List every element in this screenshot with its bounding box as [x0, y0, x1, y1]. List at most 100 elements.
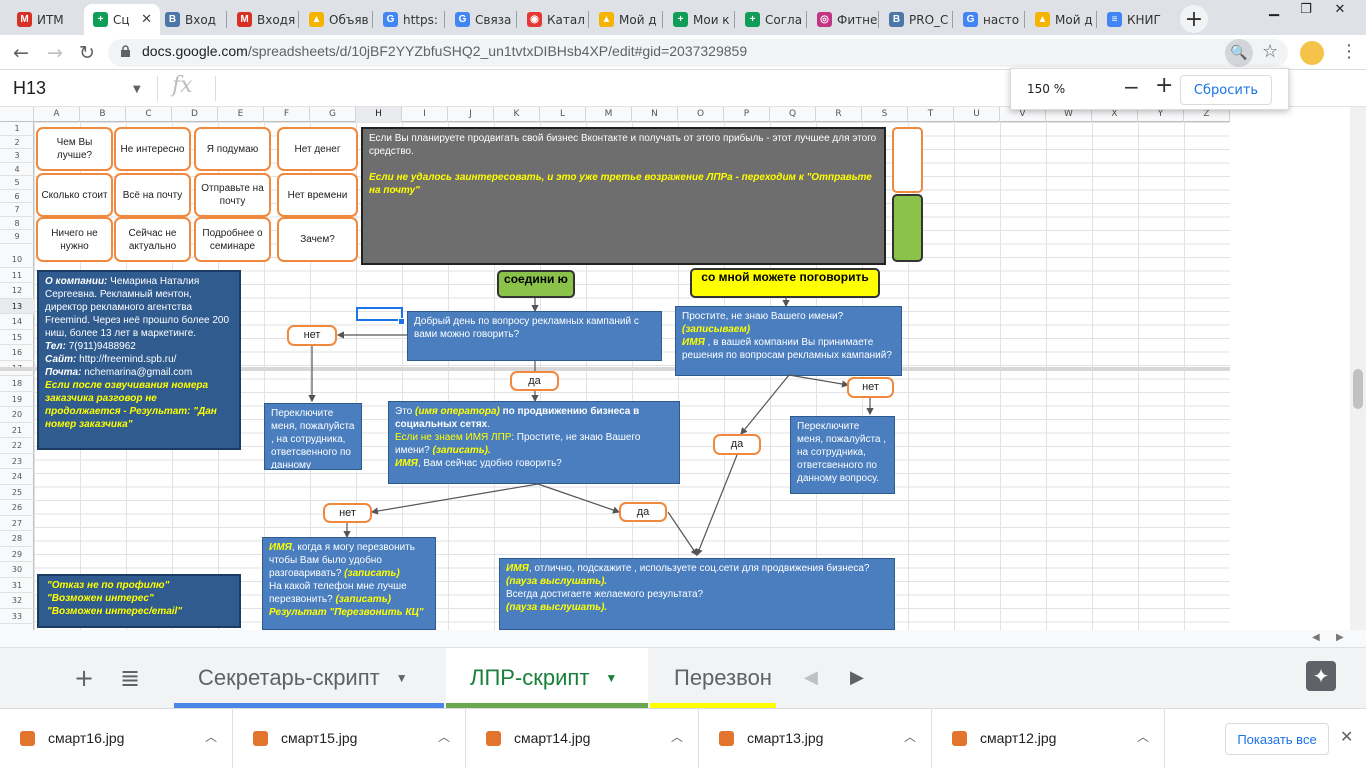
prev-sheet-icon[interactable]: ◀	[804, 667, 818, 688]
browser-tab[interactable]: ≡ КНИГ	[1098, 4, 1168, 35]
close-downloads-icon[interactable]: ✕	[1340, 727, 1353, 746]
objection-button[interactable]: Не интересно	[114, 127, 191, 171]
scroll-right-icon[interactable]: ▶	[1336, 632, 1344, 643]
row-header[interactable]: 6	[0, 190, 34, 203]
blank-orange-box[interactable]	[892, 127, 923, 193]
sheet-tab[interactable]: ЛПР-скрипт ▼	[446, 648, 648, 708]
column-header[interactable]: O	[678, 107, 724, 122]
row-header[interactable]: 11	[0, 268, 34, 283]
chevron-up-icon[interactable]: ︿	[671, 728, 683, 745]
switch-request-box-left[interactable]: Переключите меня, пожалуйста , на сотруд…	[264, 403, 362, 470]
column-header[interactable]: D	[172, 107, 218, 122]
restore-window-icon[interactable]: ❐	[1290, 0, 1322, 18]
info-box[interactable]: Если Вы планируете продвигать свой бизне…	[361, 127, 886, 265]
row-header[interactable]: 28	[0, 531, 34, 547]
row-header[interactable]: 16	[0, 345, 34, 361]
chevron-up-icon[interactable]: ︿	[205, 728, 217, 745]
name-box-dropdown-icon[interactable]: ▼	[133, 84, 141, 95]
column-header[interactable]: L	[540, 107, 586, 122]
download-item[interactable]: смарт14.jpg ︿	[466, 709, 699, 768]
row-header[interactable]: 3	[0, 149, 34, 163]
forward-arrow-icon[interactable]: →	[44, 42, 66, 64]
horizontal-scrollbar[interactable]: ◀ ▶	[0, 630, 1366, 648]
social-question-box[interactable]: ИМЯ, отлично, подскажите , используете с…	[499, 558, 895, 630]
row-header[interactable]: 25	[0, 485, 34, 500]
column-header[interactable]: P	[724, 107, 770, 122]
switch-request-box-right[interactable]: Переключите меня, пожалуйста , на сотруд…	[790, 416, 895, 494]
callback-box[interactable]: ИМЯ, когда я могу перезвонить чтобы Вам …	[262, 537, 436, 630]
row-header[interactable]: 14	[0, 314, 34, 330]
row-header[interactable]: 10	[0, 252, 34, 268]
objection-button[interactable]: Я подумаю	[194, 127, 271, 171]
column-header[interactable]: F	[264, 107, 310, 122]
chevron-up-icon[interactable]: ︿	[1137, 728, 1149, 745]
browser-tab[interactable]: ▲ Мой д	[590, 4, 660, 35]
row-header[interactable]: 33	[0, 609, 34, 624]
greeting-box[interactable]: Добрый день по вопросу рекламных кампани…	[407, 311, 662, 361]
row-header[interactable]: 22	[0, 438, 34, 454]
objection-button[interactable]: Нет денег	[277, 127, 358, 171]
column-header[interactable]: K	[494, 107, 540, 122]
all-sheets-icon[interactable]: ≣	[120, 664, 140, 692]
browser-tab[interactable]: + Мои к	[664, 4, 734, 35]
objection-button[interactable]: Всё на почту	[114, 173, 191, 217]
close-window-icon[interactable]: ✕	[1324, 0, 1356, 18]
name-question-box[interactable]: Простите, не знаю Вашего имени? (записыв…	[675, 306, 902, 376]
browser-tab[interactable]: + Согла	[736, 4, 806, 35]
new-tab-button[interactable]: +	[1180, 5, 1208, 33]
column-header[interactable]: R	[816, 107, 862, 122]
back-arrow-icon[interactable]: ←	[10, 42, 32, 64]
connect-chip[interactable]: соедини ю	[497, 270, 575, 298]
selected-cell[interactable]	[356, 307, 403, 321]
zoom-reset-button[interactable]: Сбросить	[1180, 75, 1272, 105]
row-header[interactable]: 20	[0, 407, 34, 423]
no-label[interactable]: нет	[287, 325, 337, 346]
column-header[interactable]: J	[448, 107, 494, 122]
row-header[interactable]: 9	[0, 230, 34, 244]
select-all-corner[interactable]	[0, 107, 34, 122]
row-header[interactable]: 1	[0, 122, 34, 136]
no-label[interactable]: нет	[323, 503, 372, 523]
row-header[interactable]: 4	[0, 163, 34, 176]
scroll-left-icon[interactable]: ◀	[1312, 632, 1320, 643]
row-header[interactable]: 21	[0, 423, 34, 438]
bookmark-star-icon[interactable]: ☆	[1262, 41, 1278, 62]
no-label[interactable]: нет	[847, 377, 894, 398]
browser-tab[interactable]: M ИТМ	[8, 4, 78, 35]
row-header[interactable]: 8	[0, 217, 34, 230]
fill-handle[interactable]	[398, 318, 405, 325]
minimize-window-icon[interactable]: ▁	[1258, 0, 1290, 18]
column-header[interactable]: C	[126, 107, 172, 122]
profile-avatar[interactable]	[1300, 41, 1324, 65]
column-header[interactable]: T	[908, 107, 954, 122]
row-header[interactable]: 32	[0, 593, 34, 609]
operator-intro-box[interactable]: Это (имя оператора) по продвижению бизне…	[388, 401, 680, 484]
browser-tab[interactable]: В Вход	[156, 4, 226, 35]
row-header[interactable]: 29	[0, 547, 34, 562]
objection-button[interactable]: Сколько стоит	[36, 173, 113, 217]
objection-button[interactable]: Отправьте на почту	[194, 173, 271, 217]
chevron-up-icon[interactable]: ︿	[904, 728, 916, 745]
browser-tab[interactable]: M Входя	[228, 4, 298, 35]
row-header[interactable]: 19	[0, 392, 34, 407]
column-header[interactable]: B	[80, 107, 126, 122]
show-all-downloads-button[interactable]: Показать все	[1225, 723, 1329, 755]
column-header[interactable]: E	[218, 107, 264, 122]
name-box[interactable]: H13	[13, 78, 46, 99]
objection-button[interactable]: Зачем?	[277, 217, 358, 262]
row-header[interactable]: 31	[0, 578, 34, 593]
column-header[interactable]: Q	[770, 107, 816, 122]
row-header[interactable]: 24	[0, 469, 34, 485]
add-sheet-icon[interactable]: +	[74, 664, 94, 692]
sheet-tab[interactable]: Секретарь-скрипт ▼	[174, 648, 444, 708]
green-box[interactable]	[892, 194, 923, 262]
zoom-in-button[interactable]: +	[1155, 73, 1173, 98]
column-header[interactable]: U	[954, 107, 1000, 122]
column-header[interactable]: H	[356, 107, 402, 122]
browser-menu-icon[interactable]: ⋮	[1340, 41, 1358, 62]
browser-tab[interactable]: В PRO_С	[880, 4, 950, 35]
browser-tab[interactable]: Ghttps:	[374, 4, 444, 35]
row-header[interactable]: 27	[0, 516, 34, 531]
close-tab-icon[interactable]: ✕	[141, 12, 152, 27]
row-header[interactable]: 5	[0, 176, 34, 190]
